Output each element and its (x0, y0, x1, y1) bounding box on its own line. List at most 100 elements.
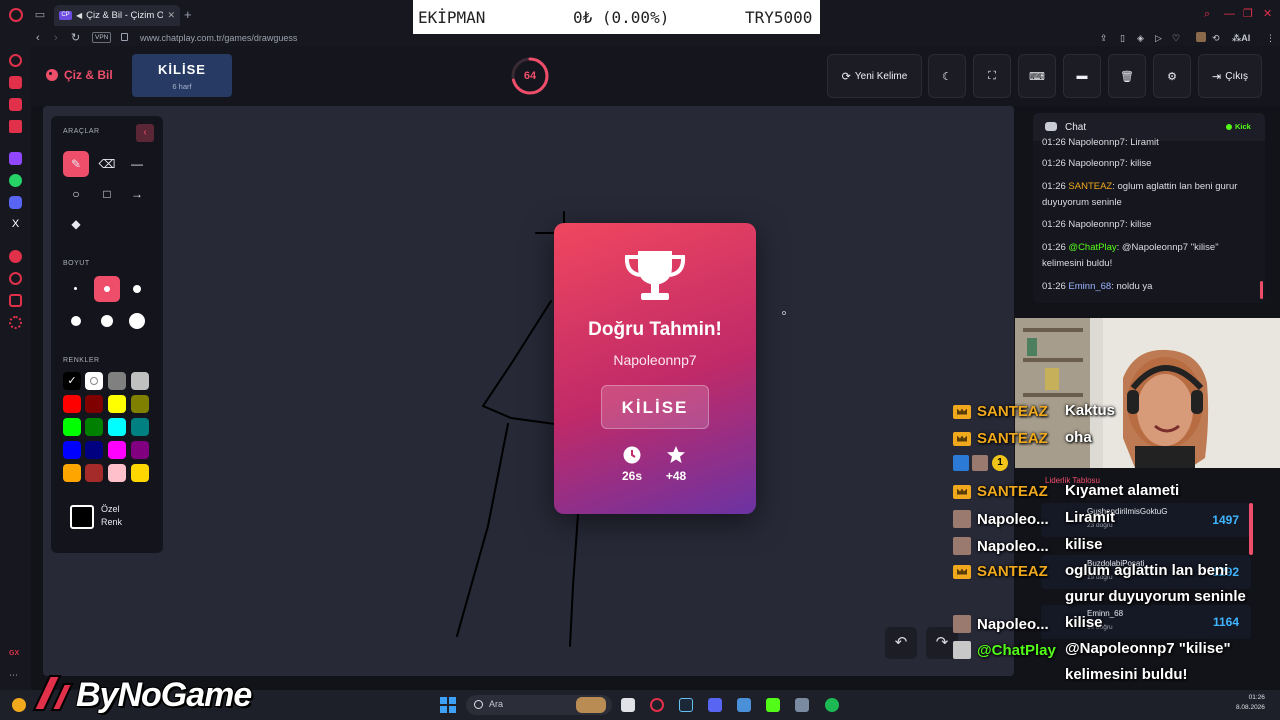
color-swatch[interactable] (108, 395, 126, 413)
size-option-2[interactable] (94, 276, 120, 302)
browser-logo-icon[interactable] (9, 8, 23, 22)
bookmark-icon[interactable]: ▯ (1120, 32, 1125, 44)
color-swatch[interactable] (108, 464, 126, 482)
size-option-6[interactable] (124, 308, 150, 334)
sidebar-more-icon[interactable]: ⋯ (9, 670, 22, 683)
share-icon[interactable]: ⇪ (1100, 32, 1108, 44)
undo-button[interactable]: ↶ (885, 627, 917, 659)
custom-color-label[interactable]: Özel Renk (101, 503, 141, 529)
settings-button[interactable]: ⚙ (1153, 54, 1191, 98)
x-icon[interactable]: X (9, 218, 22, 231)
heart-icon[interactable]: ♡ (1172, 32, 1180, 44)
color-swatch[interactable] (85, 441, 103, 459)
color-swatch[interactable] (85, 395, 103, 413)
color-swatch[interactable] (131, 441, 149, 459)
start-button[interactable] (440, 697, 456, 713)
exit-button[interactable]: ⇥ Çıkış (1198, 54, 1262, 98)
size-option-1[interactable] (63, 276, 89, 302)
kick-taskbar-icon[interactable] (766, 698, 780, 712)
game-icon[interactable] (9, 98, 22, 111)
forward-icon[interactable]: › (54, 31, 58, 45)
new-word-button[interactable]: ⟳ Yeni Kelime (827, 54, 922, 98)
drawing-canvas[interactable] (43, 106, 1014, 676)
delete-button[interactable]: 🗑 (1108, 54, 1146, 98)
circle-tool[interactable]: ○ (63, 181, 89, 207)
color-swatch[interactable]: ✓ (63, 372, 81, 390)
system-clock[interactable]: 01:26 8.08.2026 (1236, 693, 1265, 713)
task-view-icon[interactable] (621, 698, 635, 712)
search-icon[interactable]: ⌕ (1204, 8, 1210, 20)
color-swatch[interactable] (131, 464, 149, 482)
color-swatch[interactable] (108, 441, 126, 459)
clear-button[interactable]: ▬ (1063, 54, 1101, 98)
brush-tool[interactable]: ✎ (63, 151, 89, 177)
lock-icon[interactable] (121, 33, 128, 41)
color-swatch[interactable] (63, 395, 81, 413)
clock-icon[interactable] (9, 272, 22, 285)
eraser-tool[interactable]: ⌫ (94, 151, 120, 177)
workspaces-icon[interactable]: ▭ (34, 9, 46, 21)
vpn-badge[interactable]: VPN (92, 32, 112, 43)
browser-tab[interactable]: CP ◀ Çiz & Bil - Çizim Oyunu ✕ (54, 5, 180, 26)
history-icon[interactable] (9, 54, 22, 67)
color-swatch[interactable] (131, 372, 149, 390)
settings-taskbar-icon[interactable] (795, 698, 809, 712)
twitch-icon[interactable] (9, 152, 22, 165)
color-swatch[interactable] (108, 418, 126, 436)
chat-username[interactable]: SANTEAZ (1068, 181, 1112, 192)
color-swatch[interactable] (108, 372, 126, 390)
chat-username[interactable]: Napoleonnp7 (1068, 219, 1125, 230)
opera-icon[interactable] (650, 698, 664, 712)
close-window-icon[interactable]: ✕ (1263, 8, 1272, 20)
size-option-3[interactable] (124, 276, 150, 302)
weather-icon[interactable] (12, 698, 26, 712)
back-icon[interactable]: ‹ (36, 31, 40, 45)
color-swatch[interactable] (85, 372, 103, 390)
discord-icon[interactable] (9, 196, 22, 209)
color-swatch[interactable] (131, 418, 149, 436)
minimize-icon[interactable]: — (1224, 8, 1235, 20)
keyboard-button[interactable]: ⌨ (1018, 54, 1056, 98)
chat-scrollbar[interactable] (1260, 281, 1263, 299)
translate-icon[interactable]: ⟲ (1212, 32, 1220, 44)
music-icon[interactable] (9, 250, 22, 263)
chat-username[interactable]: Napoleonnp7 (1068, 137, 1125, 148)
messenger-icon[interactable] (9, 120, 22, 133)
custom-color-button[interactable] (70, 505, 94, 529)
color-swatch[interactable] (63, 464, 81, 482)
color-swatch[interactable] (63, 418, 81, 436)
spotify-icon[interactable] (825, 698, 839, 712)
fill-tool[interactable]: ◆ (63, 211, 89, 237)
gx-icon[interactable]: GX (9, 650, 22, 663)
color-swatch[interactable] (131, 395, 149, 413)
discord-taskbar-icon[interactable] (708, 698, 722, 712)
settings-icon[interactable] (9, 316, 22, 329)
avatar-icon[interactable] (1196, 32, 1206, 42)
chat-username[interactable]: @ChatPlay (1068, 242, 1116, 253)
size-option-5[interactable] (94, 308, 120, 334)
url-input[interactable]: www.chatplay.com.tr/games/drawguess (140, 32, 297, 44)
dark-mode-button[interactable]: ☾ (928, 54, 966, 98)
whatsapp-icon[interactable] (9, 174, 22, 187)
arrow-tool[interactable]: → (124, 181, 150, 207)
fullscreen-button[interactable]: ⛶ (973, 54, 1011, 98)
box-icon[interactable] (9, 294, 22, 307)
ai-icon[interactable]: ⁂AI (1232, 32, 1250, 44)
rectangle-tool[interactable]: □ (94, 181, 120, 207)
chat-username[interactable]: Napoleonnp7 (1068, 158, 1125, 169)
collapse-tools-button[interactable]: ‹ (136, 124, 154, 142)
more-icon[interactable]: ⋮ (1266, 32, 1275, 44)
restore-icon[interactable]: ❐ (1243, 8, 1253, 20)
bag-icon[interactable] (9, 76, 22, 89)
tab-close-icon[interactable]: ✕ (167, 10, 175, 21)
color-swatch[interactable] (63, 441, 81, 459)
taskbar-search[interactable]: Ara (466, 695, 612, 715)
app-icon[interactable] (737, 698, 751, 712)
play-icon[interactable]: ▷ (1155, 32, 1162, 44)
shield-icon[interactable]: ◈ (1137, 32, 1144, 44)
speaker-icon[interactable]: ◀ (76, 11, 82, 20)
size-option-4[interactable] (63, 308, 89, 334)
color-swatch[interactable] (85, 418, 103, 436)
chat-username[interactable]: Eminn_68 (1068, 281, 1111, 292)
app-logo[interactable]: Çiz & Bil (46, 68, 113, 82)
